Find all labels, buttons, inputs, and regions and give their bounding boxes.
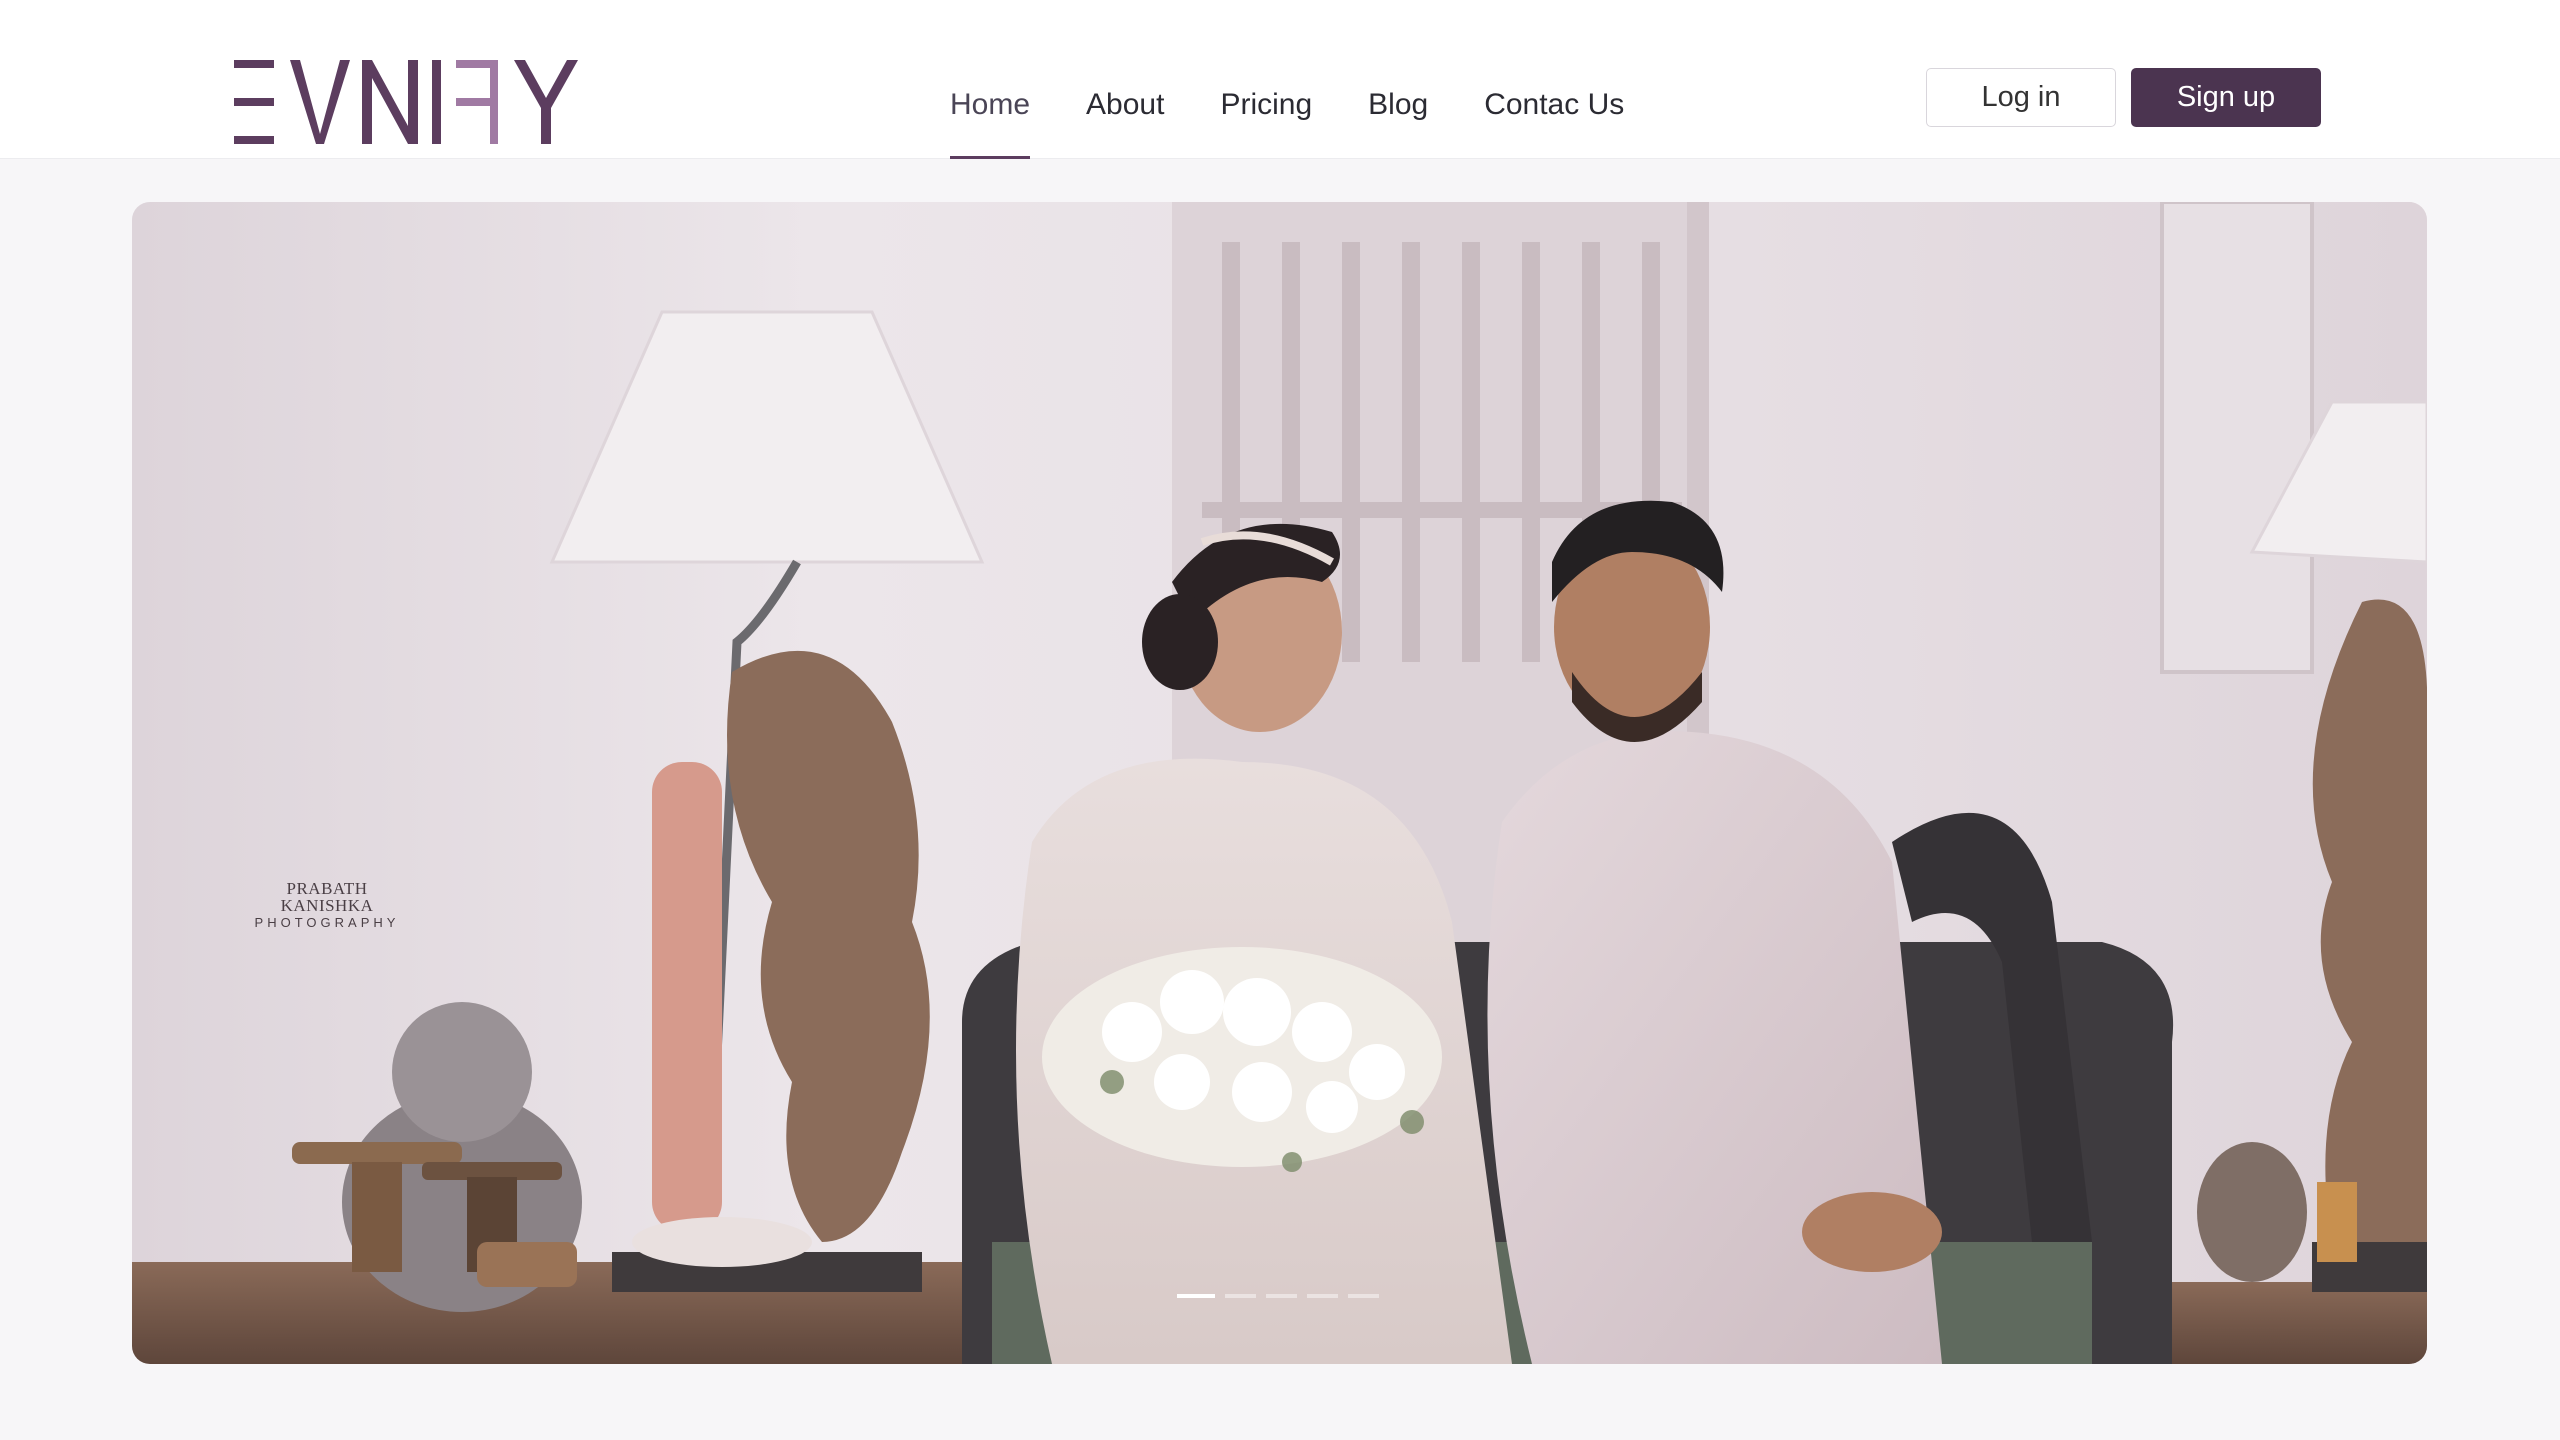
nav-item-blog[interactable]: Blog (1368, 84, 1428, 159)
carousel-dot-3[interactable] (1266, 1294, 1297, 1298)
carousel-dot-5[interactable] (1348, 1294, 1379, 1298)
hero-carousel[interactable]: PRABATH KANISHKA PHOTOGRAPHY (132, 202, 2427, 1364)
signup-button[interactable]: Sign up (2131, 68, 2321, 127)
carousel-dot-4[interactable] (1307, 1294, 1338, 1298)
login-button[interactable]: Log in (1926, 68, 2116, 127)
evnify-logo-mark (234, 60, 578, 144)
nav-item-about[interactable]: About (1086, 84, 1164, 159)
brand-logo[interactable] (234, 58, 600, 146)
carousel-dot-1[interactable] (1177, 1294, 1215, 1298)
nav-item-home[interactable]: Home (950, 84, 1031, 159)
carousel-dot-2[interactable] (1225, 1294, 1256, 1298)
wedding-couple-photo (132, 202, 2427, 1364)
carousel-indicators (1177, 1294, 1379, 1298)
site-header: Home About Pricing Blog Contac Us Log in… (0, 0, 2560, 159)
main-nav: Home About Pricing Blog Contac Us (950, 84, 1624, 159)
nav-item-contact[interactable]: Contac Us (1484, 84, 1624, 159)
watermark-name: PRABATH KANISHKA (280, 879, 374, 915)
nav-item-pricing[interactable]: Pricing (1220, 84, 1312, 159)
photographer-watermark: PRABATH KANISHKA PHOTOGRAPHY (242, 880, 412, 929)
watermark-subtitle: PHOTOGRAPHY (254, 915, 400, 930)
